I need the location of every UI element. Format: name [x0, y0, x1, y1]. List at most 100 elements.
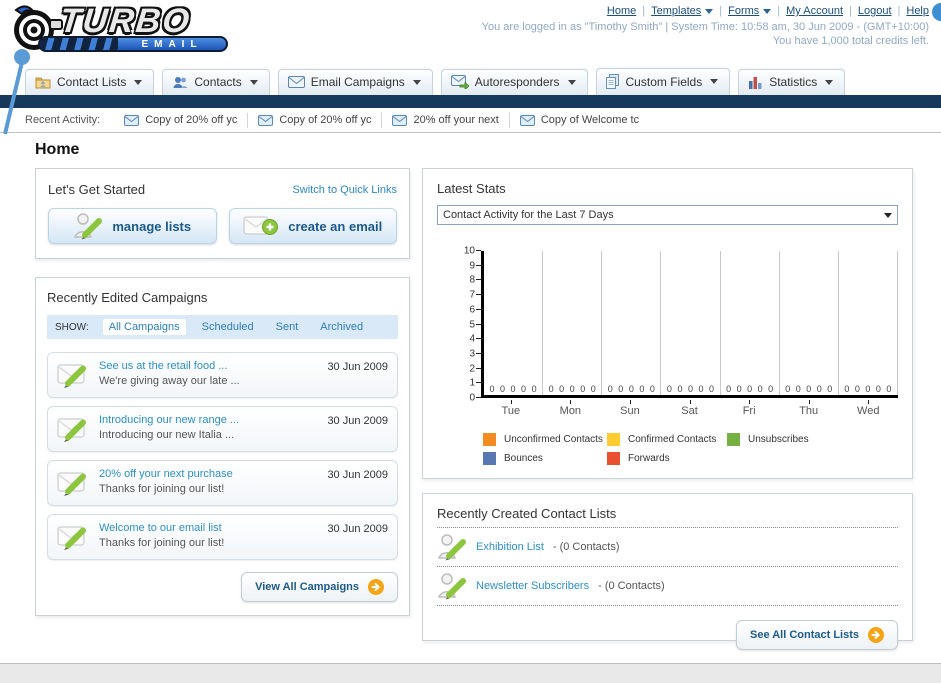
data-value-label: 0: [768, 384, 774, 394]
campaign-row[interactable]: 20% off your next purchase Thanks for joi…: [47, 460, 398, 506]
nav-link-forms[interactable]: Forms: [728, 5, 772, 17]
tab-contact-lists[interactable]: Contact Lists: [25, 69, 155, 95]
contact-list-name-link[interactable]: Newsletter Subscribers: [476, 580, 589, 592]
data-value-label: 0: [489, 384, 495, 394]
data-value-label: 0: [548, 384, 554, 394]
chevron-down-icon: [134, 79, 143, 85]
x-axis-label: Mon: [541, 400, 601, 417]
switch-to-quick-links-link[interactable]: Switch to Quick Links: [292, 184, 397, 196]
campaign-row[interactable]: See us at the retail food ... We're givin…: [47, 352, 398, 398]
tab-label: Email Campaigns: [310, 75, 405, 89]
legend-swatch: [607, 433, 620, 446]
y-axis-tick-label: 1: [469, 377, 475, 389]
campaign-title-link[interactable]: Welcome to our email list: [99, 522, 319, 534]
tab-label: Autoresponders: [474, 75, 560, 89]
view-all-campaigns-label: View All Campaigns: [255, 581, 359, 593]
main-nav-tabs: Contact Lists Contacts Email Campaigns Auto…: [0, 64, 941, 95]
campaign-texts: See us at the retail food ... We're givin…: [99, 360, 319, 387]
chevron-down-icon: [705, 8, 714, 14]
recent-activity-item[interactable]: Copy of 20% off yc: [114, 113, 247, 128]
tab-label: Contact Lists: [57, 75, 127, 89]
tab-autoresponders[interactable]: Autoresponders: [440, 69, 588, 95]
chart-x-axis: Tue Mon Sun Sat Fri Thu Wed: [481, 400, 898, 417]
chart-day-group: 00000: [780, 251, 839, 395]
envelope-icon: [519, 114, 535, 126]
create-an-email-button[interactable]: create an email: [228, 208, 397, 244]
x-axis-tick-mark: [689, 400, 691, 404]
contact-list-name-link[interactable]: Exhibition List: [476, 541, 544, 553]
chevron-down-icon: [710, 79, 719, 84]
recent-activity-label: Recent Activity:: [25, 114, 101, 126]
tab-contacts[interactable]: Contacts: [162, 69, 270, 95]
y-axis-tick-label: 10: [463, 245, 475, 257]
tab-statistics[interactable]: Statistics: [738, 69, 846, 95]
campaign-subtitle: Thanks for joining our list!: [99, 483, 225, 495]
nav-link-my-account[interactable]: My Account: [786, 5, 843, 17]
chevron-down-icon: [884, 212, 892, 218]
filter-archived[interactable]: Archived: [314, 319, 369, 335]
page-title: Home: [35, 141, 80, 158]
contact-list-count: - (0 Contacts): [598, 580, 665, 592]
legend-item: Unconfirmed Contacts: [483, 433, 607, 446]
contacts-icon: [172, 75, 188, 89]
contact-lists-title: Recently Created Contact Lists: [437, 506, 617, 521]
chart-day-group: 00000: [484, 251, 544, 395]
x-axis-label: Sat: [660, 400, 720, 417]
envelope-plus-icon: [243, 214, 279, 238]
envelope-pencil-icon: [57, 522, 91, 550]
chevron-down-icon: [763, 8, 772, 14]
recent-activity-item[interactable]: 20% off your next: [381, 112, 508, 128]
recent-activity-item[interactable]: Copy of 20% off yc: [247, 112, 381, 128]
legend-swatch: [727, 433, 740, 446]
filter-sent[interactable]: Sent: [270, 319, 305, 335]
nav-link-templates[interactable]: Templates: [651, 5, 714, 17]
page-container: TURBO EMAIL Home | Templates | Forms | My Acco…: [0, 0, 941, 664]
nav-link-home[interactable]: Home: [607, 5, 636, 17]
contact-list-row[interactable]: Exhibition List - (0 Contacts): [437, 528, 898, 566]
filter-all-campaigns[interactable]: All Campaigns: [102, 319, 186, 335]
legend-label: Forwards: [628, 453, 670, 464]
recent-activity-item[interactable]: Copy of Welcome tc: [508, 112, 649, 128]
campaign-date: 30 Jun 2009: [327, 415, 388, 427]
nav-separator: |: [849, 5, 852, 17]
get-started-panel: Let's Get Started Switch to Quick Links …: [35, 168, 410, 259]
divider: [437, 605, 898, 606]
logo-stripes: [40, 38, 118, 50]
see-all-contact-lists-button[interactable]: See All Contact Lists: [735, 620, 898, 650]
view-all-campaigns-button[interactable]: View All Campaigns: [241, 572, 398, 602]
nav-separator: |: [642, 5, 646, 17]
recent-activity-items: Copy of 20% off yc Copy of 20% off yc 20% …: [114, 112, 649, 128]
data-value-labels: 00000: [721, 384, 779, 394]
data-value-label: 0: [639, 384, 645, 394]
x-axis-tick-mark: [868, 400, 870, 404]
campaign-subtitle: Introducing our new Italia ...: [99, 429, 235, 441]
nav-link-help[interactable]: Help: [906, 5, 929, 17]
person-pencil-icon: [437, 572, 467, 600]
data-value-label: 0: [726, 384, 732, 394]
tab-email-campaigns[interactable]: Email Campaigns: [277, 69, 433, 95]
filter-scheduled[interactable]: Scheduled: [196, 319, 260, 335]
campaign-title-link[interactable]: Introducing our new range ...: [99, 414, 319, 426]
data-value-label: 0: [569, 384, 575, 394]
nav-link-logout[interactable]: Logout: [858, 5, 892, 17]
data-value-label: 0: [687, 384, 693, 394]
contact-list-row[interactable]: Newsletter Subscribers - (0 Contacts): [437, 567, 898, 605]
campaign-title-link[interactable]: 20% off your next purchase: [99, 468, 319, 480]
nav-separator: |: [777, 5, 781, 17]
tab-label: Statistics: [769, 75, 818, 89]
data-value-labels: 00000: [661, 384, 719, 394]
credits-info: You have 1,000 total credits left.: [772, 35, 929, 47]
chart-plot-area: 00000000000000000000000000000000000: [481, 251, 898, 398]
tab-custom-fields[interactable]: Custom Fields: [595, 68, 731, 95]
legend-item: Confirmed Contacts: [607, 433, 727, 446]
campaign-row[interactable]: Introducing our new range ... Introducing…: [47, 406, 398, 452]
campaign-subtitle: Thanks for joining our list!: [99, 537, 225, 549]
campaign-title-link[interactable]: See us at the retail food ...: [99, 360, 319, 372]
x-axis-tick-mark: [749, 400, 751, 404]
manage-lists-button[interactable]: manage lists: [48, 208, 217, 244]
campaign-row[interactable]: Welcome to our email list Thanks for join…: [47, 514, 398, 560]
right-column: Latest Stats Contact Activity for the La…: [422, 168, 913, 650]
chart-legend: Unconfirmed Contacts Confirmed Contacts Un…: [483, 433, 898, 465]
stats-period-dropdown[interactable]: Contact Activity for the Last 7 Days: [437, 205, 898, 225]
data-value-label: 0: [580, 384, 586, 394]
